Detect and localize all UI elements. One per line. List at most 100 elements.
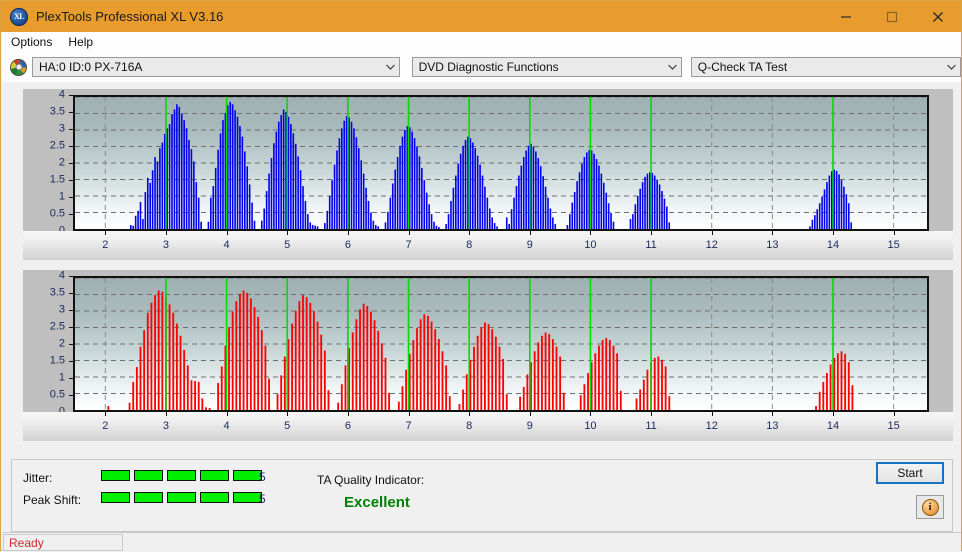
minimize-icon[interactable] <box>823 1 869 32</box>
x-tick-label: 5 <box>284 240 290 251</box>
x-tick-label: 14 <box>827 240 839 251</box>
x-tick-label: 6 <box>345 421 351 432</box>
x-tick-label: 14 <box>827 421 839 432</box>
x-tick-mark <box>348 412 349 416</box>
x-tick-label: 7 <box>405 240 411 251</box>
x-tick-mark <box>833 412 834 416</box>
y-tick-label: 3 <box>59 305 65 316</box>
x-tick-mark <box>894 231 895 235</box>
x-tick-mark <box>530 231 531 235</box>
x-tick-mark <box>348 231 349 235</box>
info-icon: i <box>922 499 939 516</box>
window-title: PlexTools Professional XL V3.16 <box>36 1 223 32</box>
menu-item-options[interactable]: Options <box>4 33 59 51</box>
x-tick-mark <box>530 412 531 416</box>
peak-shift-led-segment <box>200 492 229 503</box>
peak-shift-label: Peak Shift: <box>23 493 81 507</box>
device-select[interactable]: HA:0 ID:0 PX-716A <box>32 57 400 77</box>
ta-jitter-chart: 00.511.522.533.5423456789101112131415 <box>23 89 953 260</box>
x-tick-label: 2 <box>102 240 108 251</box>
jitter-value: 5 <box>259 470 266 484</box>
ta-quality-label: TA Quality Indicator: <box>317 473 424 487</box>
x-tick-mark <box>833 231 834 235</box>
y-axis: 00.511.522.533.54 <box>23 276 73 412</box>
status-text: Ready <box>4 536 44 550</box>
x-tick-mark <box>590 231 591 235</box>
function-select[interactable]: DVD Diagnostic Functions <box>412 57 682 77</box>
x-tick-label: 8 <box>466 421 472 432</box>
jitter-led-segment <box>167 470 196 481</box>
x-tick-mark <box>287 231 288 235</box>
x-tick-label: 11 <box>645 421 656 432</box>
x-tick-label: 3 <box>163 240 169 251</box>
x-tick-mark <box>166 412 167 416</box>
app-icon: XL <box>10 8 28 26</box>
peak-shift-led-segment <box>233 492 262 503</box>
x-tick-label: 5 <box>284 421 290 432</box>
title-bar: XL PlexTools Professional XL V3.16 <box>1 1 961 32</box>
status-bar: Ready <box>2 532 961 552</box>
x-tick-label: 3 <box>163 421 169 432</box>
x-tick-label: 9 <box>527 240 533 251</box>
jitter-led-meter <box>101 470 262 481</box>
x-tick-mark <box>712 412 713 416</box>
x-tick-label: 15 <box>888 421 900 432</box>
y-tick-label: 1.5 <box>50 175 65 186</box>
x-tick-mark <box>409 412 410 416</box>
close-icon[interactable] <box>915 1 961 32</box>
jitter-led-segment <box>233 470 262 481</box>
peak-shift-led-segment <box>101 492 130 503</box>
x-tick-mark <box>227 412 228 416</box>
chevron-down-icon <box>943 58 960 76</box>
x-tick-mark <box>166 231 167 235</box>
y-tick-label: 2 <box>59 158 65 169</box>
x-tick-label: 4 <box>224 421 230 432</box>
x-tick-label: 8 <box>466 240 472 251</box>
x-tick-label: 10 <box>584 421 596 432</box>
ta-peak-shift-chart-panel: 00.511.522.533.5423456789101112131415 <box>23 270 953 441</box>
x-tick-label: 4 <box>224 240 230 251</box>
x-tick-mark <box>105 231 106 235</box>
plot-svg <box>75 278 927 410</box>
x-tick-mark <box>590 412 591 416</box>
peak-shift-led-meter <box>101 492 262 503</box>
jitter-led-segment <box>134 470 163 481</box>
peak-shift-value: 5 <box>259 492 266 506</box>
x-tick-mark <box>469 412 470 416</box>
y-tick-label: 1 <box>59 373 65 384</box>
test-select[interactable]: Q-Check TA Test <box>691 57 961 77</box>
x-tick-mark <box>227 231 228 235</box>
y-tick-label: 0.5 <box>50 390 65 401</box>
results-panel: Jitter: 5 Peak Shift: 5 TA Quality Indic… <box>11 459 953 532</box>
y-tick-label: 3 <box>59 124 65 135</box>
device-select-value: HA:0 ID:0 PX-716A <box>33 58 142 76</box>
chevron-down-icon <box>664 58 681 76</box>
y-tick-label: 2 <box>59 339 65 350</box>
ta-jitter-chart-panel: 00.511.522.533.5423456789101112131415 <box>23 89 953 260</box>
ta-peak-shift-chart: 00.511.522.533.5423456789101112131415 <box>23 270 953 441</box>
x-tick-label: 13 <box>766 240 778 251</box>
maximize-icon[interactable] <box>869 1 915 32</box>
status-cell: Ready <box>3 534 123 551</box>
x-tick-mark <box>772 231 773 235</box>
toolbar: HA:0 ID:0 PX-716A DVD Diagnostic Functio… <box>2 52 961 82</box>
optical-disc-icon <box>10 59 27 76</box>
y-tick-label: 1.5 <box>50 356 65 367</box>
x-tick-label: 10 <box>584 240 596 251</box>
info-button[interactable]: i <box>916 495 944 519</box>
x-tick-mark <box>894 412 895 416</box>
peak-shift-led-segment <box>167 492 196 503</box>
x-tick-mark <box>712 231 713 235</box>
y-tick-label: 1 <box>59 192 65 203</box>
x-tick-label: 6 <box>345 240 351 251</box>
x-tick-label: 15 <box>888 240 900 251</box>
menu-item-help[interactable]: Help <box>61 33 100 51</box>
x-tick-mark <box>287 412 288 416</box>
x-tick-mark <box>651 412 652 416</box>
chevron-down-icon <box>382 58 399 76</box>
start-button[interactable]: Start <box>876 462 944 484</box>
x-axis: 23456789101112131415 <box>23 231 953 260</box>
y-tick-label: 3.5 <box>50 288 65 299</box>
x-tick-mark <box>105 412 106 416</box>
x-tick-label: 9 <box>527 421 533 432</box>
